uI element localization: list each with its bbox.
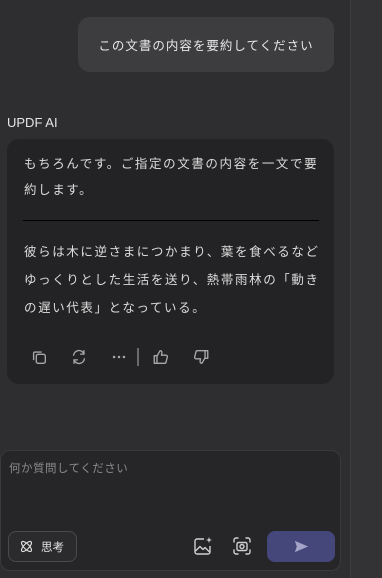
atom-icon — [20, 540, 33, 553]
response-divider — [23, 220, 319, 221]
assistant-name-label: UPDF AI — [7, 115, 58, 130]
ai-image-icon[interactable] — [192, 535, 214, 557]
more-icon[interactable] — [109, 347, 129, 367]
assistant-response-summary: 彼らは木に逆さまにつかまり、葉を食べるなどゆっくりとした生活を送り、熱帯雨林の「… — [24, 244, 320, 315]
thumbs-up-icon[interactable] — [151, 347, 171, 367]
user-message-bubble: この文書の内容を要約してください — [78, 17, 334, 72]
response-action-bar — [29, 347, 211, 367]
chat-composer[interactable]: 何か質問してください 思考 — [0, 450, 341, 571]
think-label: 思考 — [41, 539, 64, 554]
think-toggle-button[interactable]: 思考 — [8, 531, 77, 562]
right-side-rail — [350, 0, 382, 578]
action-separator — [137, 348, 139, 366]
send-icon — [294, 540, 308, 553]
chat-input-placeholder[interactable]: 何か質問してください — [9, 460, 128, 476]
thumbs-down-icon[interactable] — [191, 347, 211, 367]
screenshot-capture-icon[interactable] — [231, 535, 253, 557]
send-button[interactable] — [267, 531, 335, 562]
regenerate-icon[interactable] — [69, 347, 89, 367]
copy-icon[interactable] — [29, 347, 49, 367]
user-message-text: この文書の内容を要約してください — [98, 38, 314, 53]
assistant-response-card: もちろんです。ご指定の文書の内容を一文で要約します。 彼らは木に逆さまにつかまり… — [7, 139, 334, 384]
assistant-response-intro: もちろんです。ご指定の文書の内容を一文で要約します。 — [24, 156, 319, 197]
